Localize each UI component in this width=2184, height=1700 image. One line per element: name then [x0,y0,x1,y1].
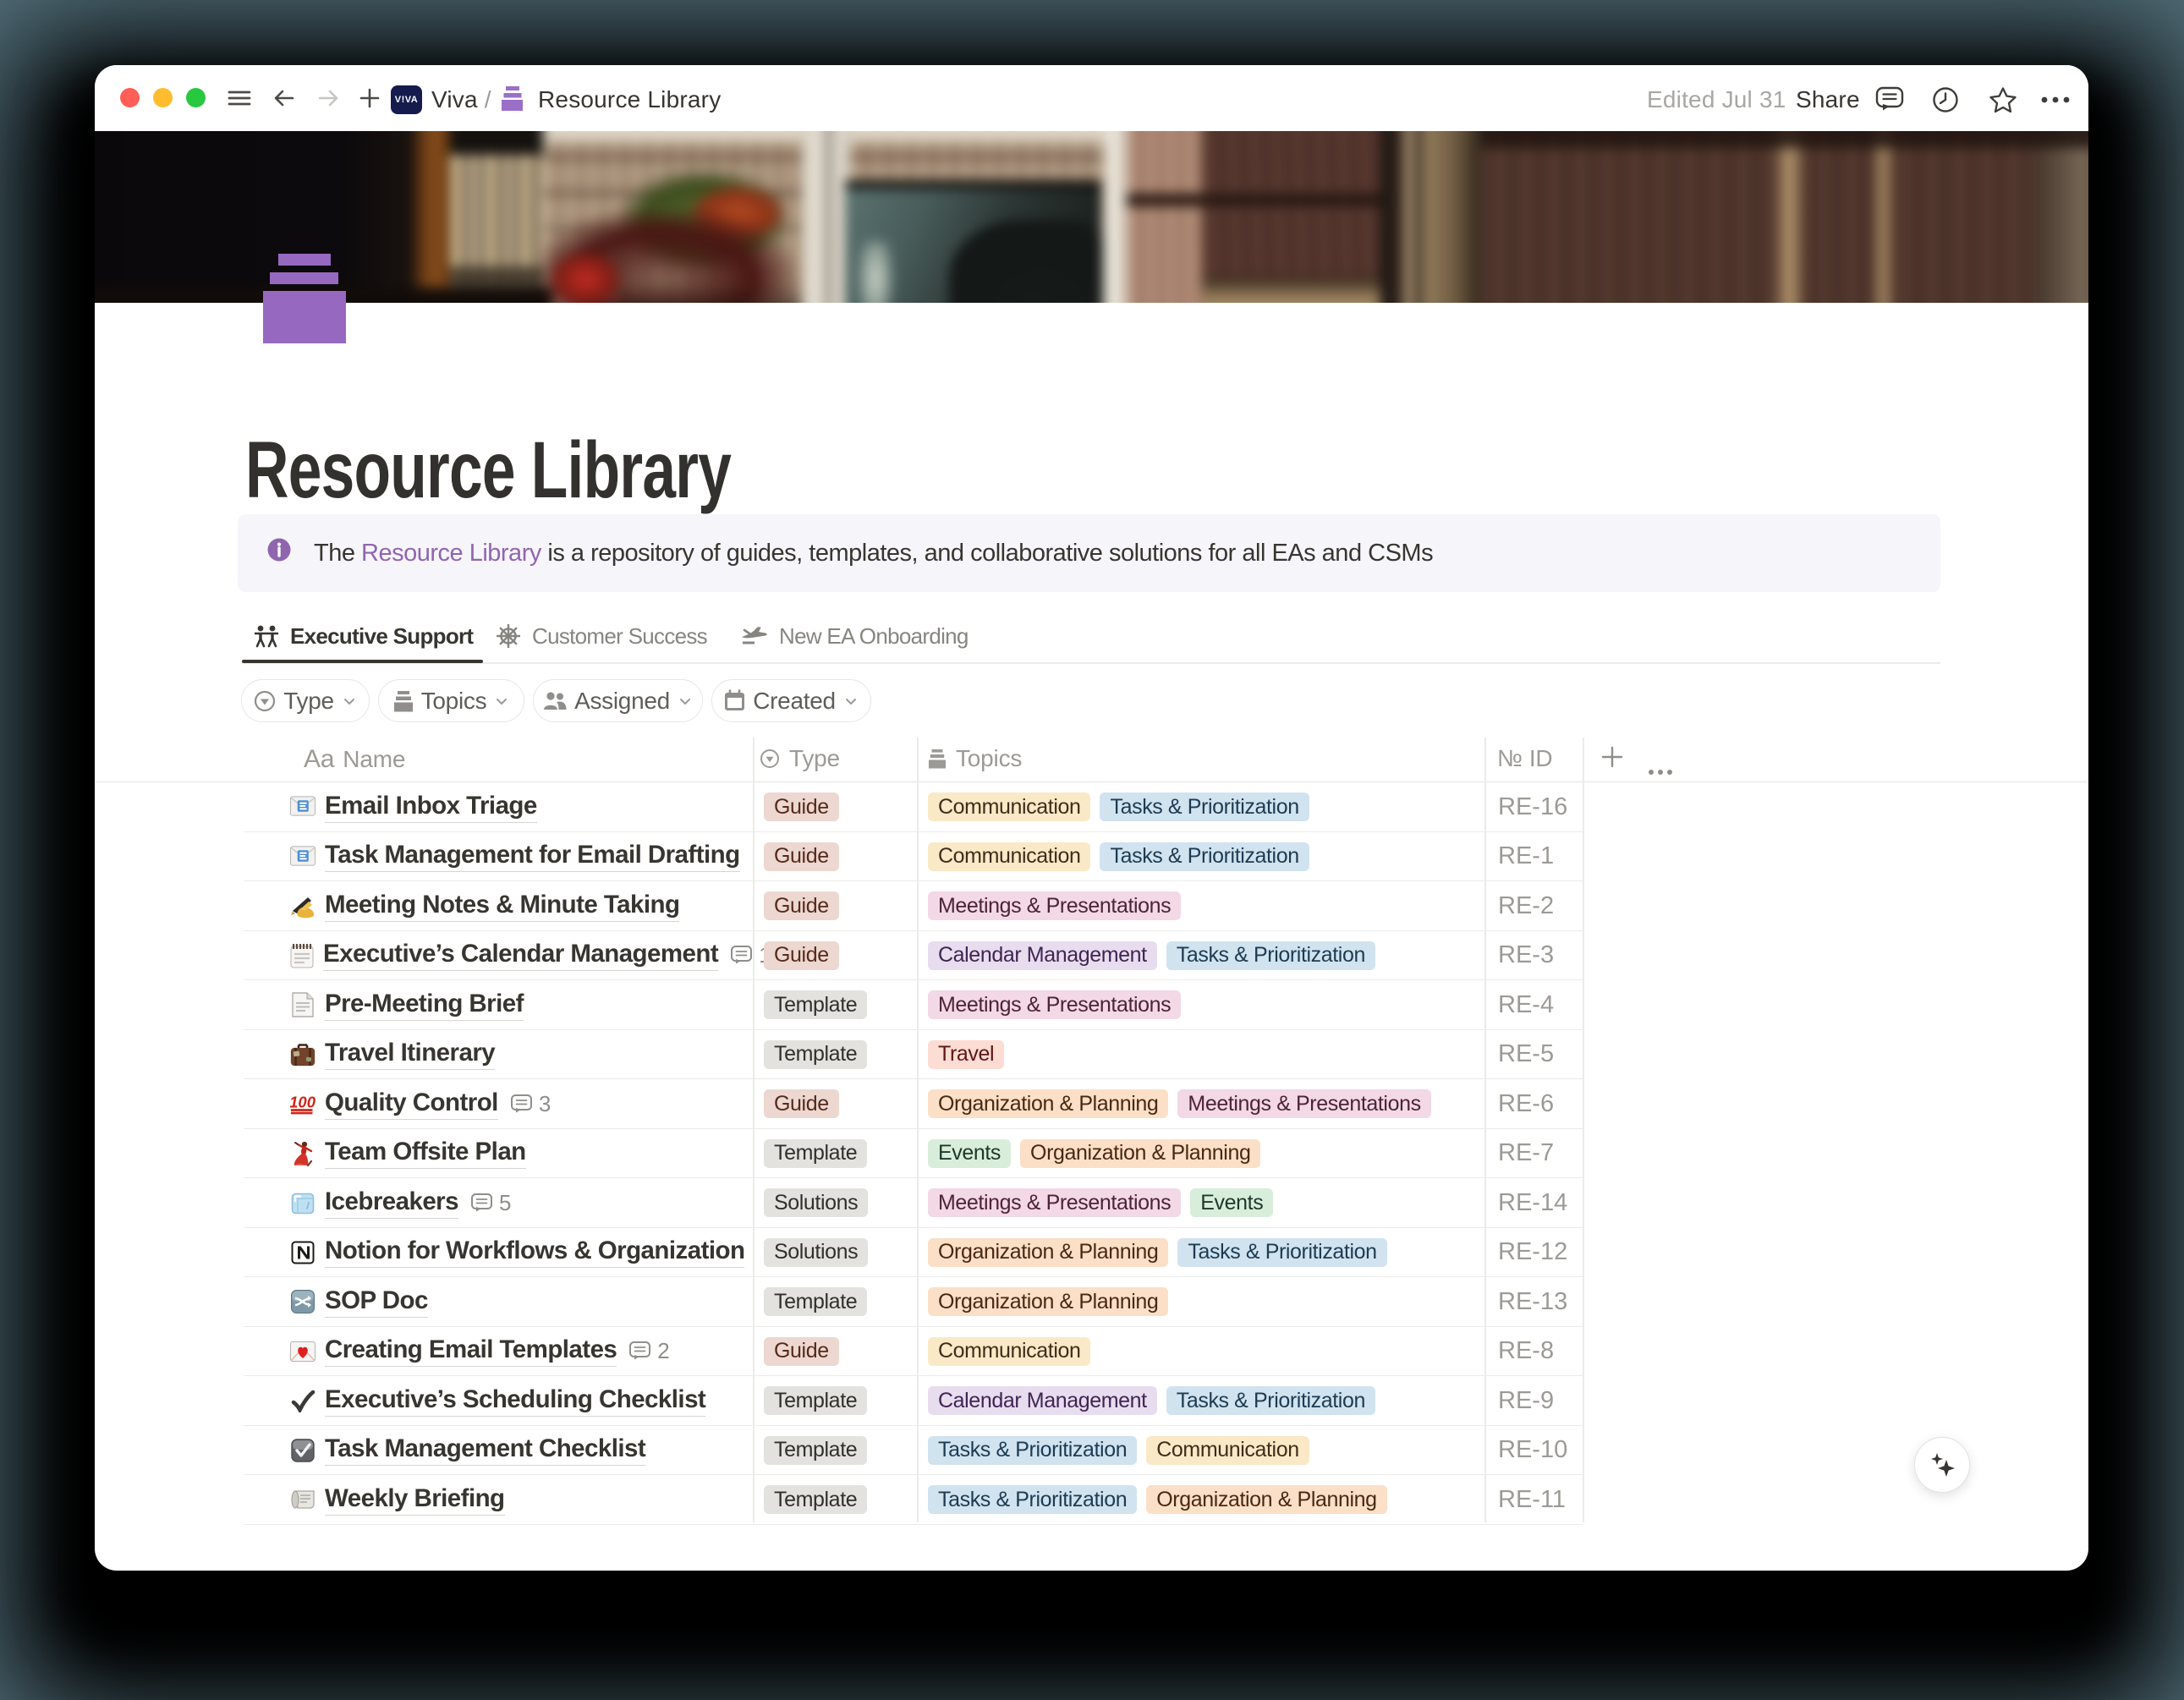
svg-text:100: 100 [290,1094,316,1111]
